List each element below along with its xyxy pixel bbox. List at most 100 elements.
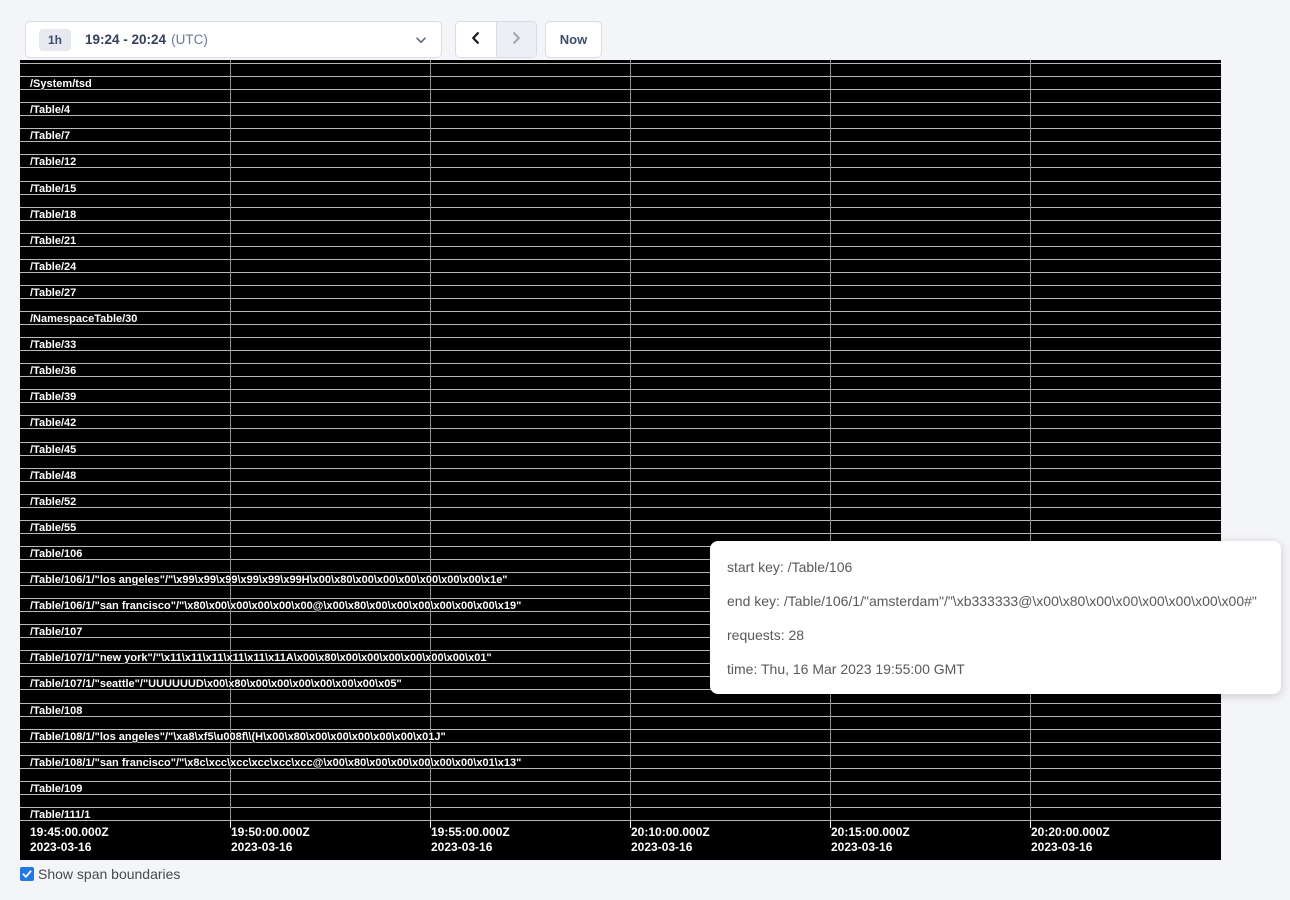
show-span-boundaries-label: Show span boundaries — [38, 866, 180, 882]
span-boundary-line — [20, 337, 1221, 338]
x-axis-label: 19:55:00.000Z2023-03-16 — [431, 825, 510, 855]
span-boundary-line — [20, 181, 1221, 182]
span-boundary-line — [20, 102, 1221, 103]
span-boundary-line — [20, 455, 1221, 456]
span-boundary-line — [20, 415, 1221, 416]
x-axis-time: 20:20:00.000Z — [1031, 825, 1110, 840]
row-label: /Table/108/1/"los angeles"/"\xa8\xf5\u00… — [30, 731, 446, 743]
row-label: /Table/21 — [30, 235, 76, 247]
span-boundary-line — [20, 285, 1221, 286]
span-boundary-line — [20, 311, 1221, 312]
tooltip-start-key: start key: /Table/106 — [727, 550, 1264, 584]
span-boundary-line — [20, 781, 1221, 782]
span-boundary-line — [20, 272, 1221, 273]
row-label: /Table/106/1/"los angeles"/"\x99\x99\x99… — [30, 574, 508, 586]
row-label: /Table/15 — [30, 183, 76, 195]
x-axis-label: 20:10:00.000Z2023-03-16 — [631, 825, 710, 855]
span-boundary-line — [20, 794, 1221, 795]
x-axis-date: 2023-03-16 — [831, 840, 910, 855]
span-boundary-line — [20, 115, 1221, 116]
row-label: /Table/52 — [30, 496, 76, 508]
tooltip-end-key: end key: /Table/106/1/"amsterdam"/"\xb33… — [727, 584, 1264, 618]
time-range-text: 19:24 - 20:24 — [85, 32, 166, 47]
row-label: /Table/107/1/"new york"/"\x11\x11\x11\x1… — [30, 652, 492, 664]
span-boundary-line — [20, 298, 1221, 299]
footer-controls: Show span boundaries — [20, 866, 180, 882]
span-boundary-line — [20, 259, 1221, 260]
x-axis-label: 20:20:00.000Z2023-03-16 — [1031, 825, 1110, 855]
span-boundary-line — [20, 468, 1221, 469]
row-label: /Table/108 — [30, 705, 82, 717]
span-boundary-line — [20, 507, 1221, 508]
key-visualizer-heatmap[interactable]: /System/tsd/Table/4/Table/7/Table/12/Tab… — [20, 60, 1221, 860]
row-label: /Table/36 — [30, 365, 76, 377]
x-axis-date: 2023-03-16 — [1031, 840, 1110, 855]
span-boundary-line — [20, 481, 1221, 482]
span-boundary-line — [20, 402, 1221, 403]
x-axis-label: 19:50:00.000Z2023-03-16 — [231, 825, 310, 855]
span-boundary-line — [20, 533, 1221, 534]
row-label: /Table/42 — [30, 417, 76, 429]
x-axis-date: 2023-03-16 — [431, 840, 510, 855]
row-label: /System/tsd — [30, 78, 92, 90]
row-label: /Table/18 — [30, 209, 76, 221]
x-axis-date: 2023-03-16 — [631, 840, 710, 855]
row-label: /Table/107/1/"seattle"/"UUUUUUD\x00\x80\… — [30, 678, 402, 690]
next-interval-button[interactable] — [496, 22, 537, 57]
chevron-down-icon — [413, 32, 429, 53]
checkmark-icon — [21, 868, 33, 880]
row-label: /Table/4 — [30, 104, 70, 116]
tooltip-requests: requests: 28 — [727, 618, 1264, 652]
time-range-zone: (UTC) — [171, 32, 208, 47]
row-label: /Table/106 — [30, 548, 82, 560]
x-axis-time: 19:50:00.000Z — [231, 825, 310, 840]
x-axis-date: 2023-03-16 — [231, 840, 310, 855]
row-label: /Table/39 — [30, 391, 76, 403]
row-label: /NamespaceTable/30 — [30, 313, 137, 325]
prev-interval-button[interactable] — [456, 22, 496, 57]
span-boundary-line — [20, 389, 1221, 390]
span-boundary-line — [20, 154, 1221, 155]
chevron-left-icon — [468, 30, 484, 49]
span-boundary-line — [20, 820, 1221, 821]
span-boundary-line — [20, 194, 1221, 195]
span-boundary-line — [20, 807, 1221, 808]
span-boundary-line — [20, 89, 1221, 90]
row-label: /Table/48 — [30, 470, 76, 482]
span-boundary-line — [20, 76, 1221, 77]
now-button[interactable]: Now — [545, 21, 602, 58]
span-boundary-line — [20, 755, 1221, 756]
time-gridline — [230, 60, 231, 820]
row-label: /Table/27 — [30, 287, 76, 299]
row-label: /Table/24 — [30, 261, 76, 273]
show-span-boundaries-checkbox[interactable] — [20, 867, 34, 881]
span-boundary-line — [20, 167, 1221, 168]
tooltip-time: time: Thu, 16 Mar 2023 19:55:00 GMT — [727, 652, 1264, 686]
span-boundary-line — [20, 494, 1221, 495]
time-gridline — [630, 60, 631, 820]
time-range-selector[interactable]: 1h 19:24 - 20:24 (UTC) — [25, 21, 442, 58]
row-label: /Table/33 — [30, 339, 76, 351]
span-boundary-line — [20, 128, 1221, 129]
x-axis-time: 20:10:00.000Z — [631, 825, 710, 840]
chevron-right-icon — [508, 30, 524, 49]
time-gridline — [430, 60, 431, 820]
span-boundary-line — [20, 233, 1221, 234]
span-boundary-line — [20, 141, 1221, 142]
row-label: /Table/111/1 — [30, 809, 90, 821]
row-label: /Table/109 — [30, 783, 82, 795]
span-boundary-line — [20, 63, 1221, 64]
span-boundary-line — [20, 220, 1221, 221]
span-boundary-line — [20, 207, 1221, 208]
x-axis-time: 20:15:00.000Z — [831, 825, 910, 840]
x-axis-label: 20:15:00.000Z2023-03-16 — [831, 825, 910, 855]
row-label: /Table/107 — [30, 626, 82, 638]
span-boundary-line — [20, 729, 1221, 730]
span-boundary-line — [20, 520, 1221, 521]
span-boundary-line — [20, 246, 1221, 247]
span-boundary-line — [20, 442, 1221, 443]
span-boundary-line — [20, 716, 1221, 717]
span-boundary-line — [20, 428, 1221, 429]
span-boundary-line — [20, 703, 1221, 704]
x-axis-label: 19:45:00.000Z2023-03-16 — [30, 825, 109, 855]
